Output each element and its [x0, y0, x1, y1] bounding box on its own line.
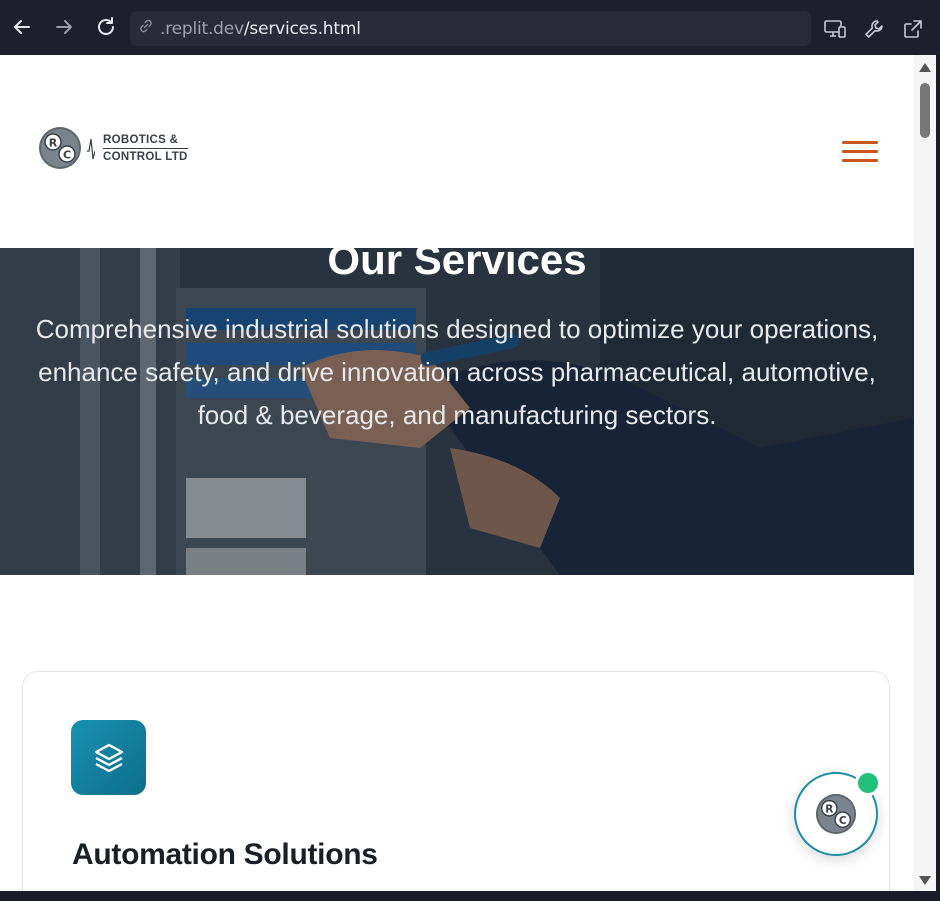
- logo-text: ROBOTICS & CONTROL LTD: [103, 133, 188, 164]
- logo-line-2: CONTROL LTD: [103, 150, 188, 163]
- hamburger-line: [842, 159, 878, 162]
- wrench-icon[interactable]: [861, 16, 887, 42]
- hamburger-line: [842, 141, 878, 144]
- window-bottom-edge: [0, 891, 940, 901]
- menu-hamburger-button[interactable]: [842, 141, 878, 163]
- forward-arrow-icon[interactable]: [51, 14, 77, 40]
- hamburger-line: [842, 150, 878, 153]
- page-title: Our Services: [327, 248, 587, 283]
- back-arrow-icon[interactable]: [9, 14, 35, 40]
- logo-pulse-icon: [87, 138, 95, 160]
- hero-section: Our Services Comprehensive industrial so…: [0, 248, 914, 575]
- page-viewport: R C ROBOTICS & CONTROL LTD Our Services …: [0, 55, 914, 891]
- layers-icon: [71, 720, 146, 795]
- reload-icon[interactable]: [93, 14, 119, 40]
- logo-emblem-icon: R C: [39, 127, 81, 169]
- devices-icon[interactable]: [822, 16, 848, 42]
- browser-toolbar: .replit.dev/services.html: [0, 0, 940, 55]
- site-logo[interactable]: R C ROBOTICS & CONTROL LTD: [37, 125, 188, 171]
- address-bar[interactable]: .replit.dev/services.html: [130, 11, 811, 46]
- external-link-icon[interactable]: [900, 16, 926, 42]
- hero-subtitle: Comprehensive industrial solutions desig…: [35, 314, 879, 430]
- scroll-up-arrow-icon[interactable]: [919, 63, 931, 72]
- link-icon: [138, 18, 154, 39]
- scroll-thumb[interactable]: [920, 83, 930, 138]
- online-status-dot: [855, 770, 881, 796]
- svg-text:C: C: [63, 149, 71, 162]
- chat-logo-icon: R C: [815, 793, 857, 835]
- service-card[interactable]: Automation Solutions: [22, 671, 890, 891]
- service-title: Automation Solutions: [72, 838, 378, 871]
- scroll-down-arrow-icon[interactable]: [919, 876, 931, 885]
- svg-text:C: C: [839, 815, 847, 827]
- svg-text:R: R: [49, 137, 58, 150]
- svg-text:R: R: [825, 804, 833, 816]
- page-scrollbar[interactable]: [914, 55, 936, 891]
- logo-line-1: ROBOTICS &: [103, 133, 188, 149]
- url-text: .replit.dev/services.html: [160, 18, 361, 39]
